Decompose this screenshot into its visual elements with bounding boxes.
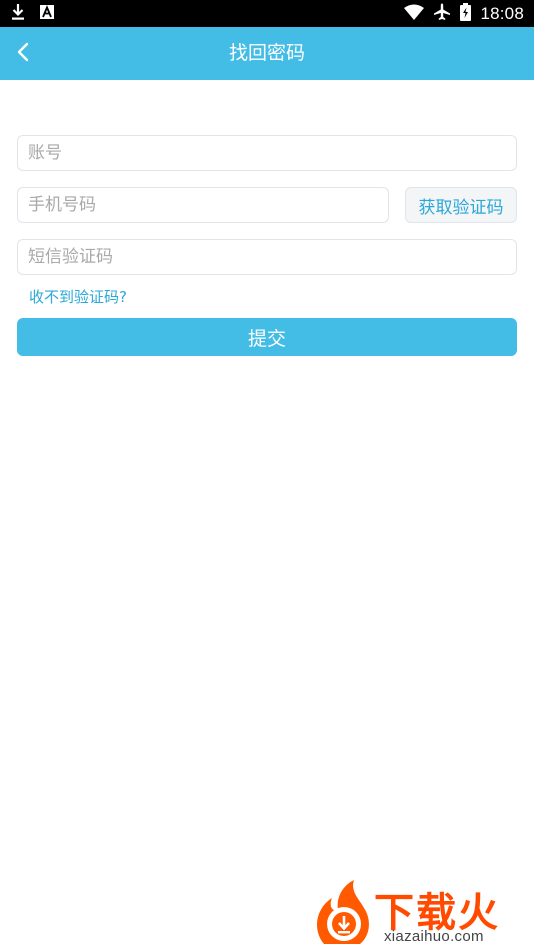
no-code-link[interactable]: 收不到验证码? [29, 286, 127, 307]
wifi-icon [404, 4, 425, 24]
phone-input[interactable] [17, 187, 389, 223]
a-notification-icon [40, 4, 54, 23]
get-code-button[interactable]: 获取验证码 [405, 187, 517, 223]
download-icon [10, 3, 26, 25]
watermark-url: xiazaihuo.com [384, 928, 484, 945]
status-bar-right: 18:08 [404, 0, 524, 27]
submit-button[interactable]: 提交 [17, 318, 517, 356]
flame-logo-icon [314, 878, 378, 952]
account-input[interactable] [17, 135, 517, 171]
watermark: 下载火 xiazaihuo.com [314, 878, 530, 948]
page-title: 找回密码 [228, 42, 305, 64]
battery-icon [460, 2, 472, 25]
status-bar-left [10, 3, 54, 25]
title-bar: 找回密码 [0, 27, 534, 80]
sms-code-input[interactable] [17, 239, 517, 275]
clock: 18:08 [480, 3, 524, 23]
airplane-icon [433, 3, 451, 25]
status-bar: 18:08 [0, 0, 534, 27]
